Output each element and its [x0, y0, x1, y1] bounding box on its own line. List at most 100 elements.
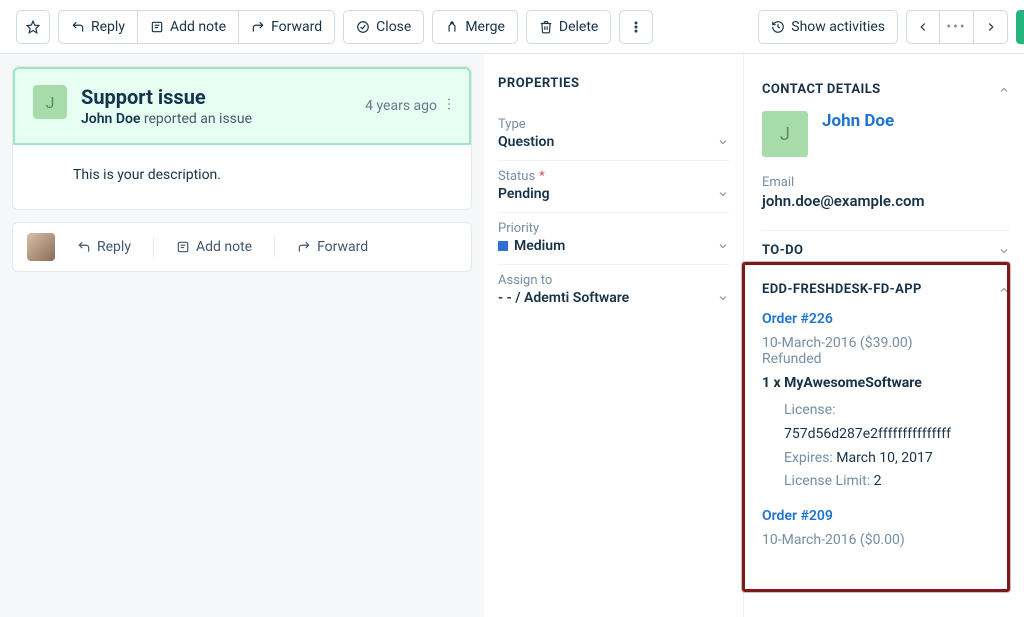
reply-icon: [77, 240, 91, 254]
chevron-up-icon: [998, 84, 1010, 96]
app-heading: EDD-FRESHDESK-FD-APP: [762, 282, 922, 297]
chevron-down-icon: [717, 188, 729, 200]
chevron-down-icon: [717, 136, 729, 148]
ticket-byline: John Doe reported an issue: [81, 111, 351, 127]
star-button[interactable]: [16, 10, 50, 44]
byline-suffix: reported an issue: [140, 111, 252, 127]
limit-label: License Limit:: [784, 473, 874, 489]
chevron-down-icon: [717, 240, 729, 252]
ticket-more-button[interactable]: [447, 97, 451, 115]
prop-status-value: Pending: [498, 186, 550, 202]
order-meta: 10-March-2016 ($0.00): [762, 532, 998, 548]
kebab-icon: [629, 20, 643, 34]
prop-type[interactable]: Type Question: [498, 109, 729, 161]
chevron-left-icon: [916, 20, 930, 34]
toolbar-left: Reply Add note Forward Close Merge Delet…: [16, 10, 653, 44]
replybar-reply-button[interactable]: Reply: [69, 235, 139, 259]
prop-priority-value: Medium: [498, 238, 565, 254]
replybar-forward-button[interactable]: Forward: [289, 235, 376, 259]
chevron-down-icon: [998, 245, 1010, 257]
star-icon: [26, 20, 40, 34]
kebab-icon: [447, 97, 451, 111]
separator: [274, 237, 275, 257]
expires-value: March 10, 2017: [836, 450, 932, 466]
requester-name: John Doe: [81, 111, 140, 127]
license-label: License:: [784, 399, 998, 423]
prop-priority[interactable]: Priority Medium: [498, 213, 729, 265]
more-button[interactable]: [619, 10, 653, 44]
contact-heading: CONTACT DETAILS: [762, 82, 881, 97]
forward-icon: [297, 240, 311, 254]
agent-avatar: [27, 233, 55, 261]
prop-priority-label: Priority: [498, 221, 729, 236]
green-accent-button[interactable]: [1016, 10, 1024, 44]
avatar-initial: J: [46, 93, 55, 112]
contact-avatar-initial: J: [780, 124, 790, 145]
pager-ellipsis[interactable]: •••: [940, 10, 974, 44]
ticket-column: J Support issue John Doe reported an iss…: [0, 54, 484, 617]
pager: •••: [906, 10, 1008, 44]
app-header[interactable]: EDD-FRESHDESK-FD-APP: [762, 276, 1010, 303]
prop-status-label: Status *: [498, 169, 729, 184]
merge-button[interactable]: Merge: [432, 10, 518, 44]
email-label: Email: [762, 175, 1010, 190]
prop-priority-value-text: Medium: [514, 238, 565, 254]
properties-column: PROPERTIES Type Question Status * Pendin…: [484, 54, 744, 617]
merge-label: Merge: [465, 19, 505, 35]
show-activities-label: Show activities: [791, 19, 885, 35]
replybar-forward-label: Forward: [317, 239, 368, 255]
prev-button[interactable]: [906, 10, 940, 44]
prop-status[interactable]: Status * Pending: [498, 161, 729, 213]
license-key: 757d56d287e2fffffffffffffff: [784, 423, 998, 447]
right-column: CONTACT DETAILS J John Doe Email john.do…: [744, 54, 1024, 617]
limit-value: 2: [874, 473, 882, 489]
todo-header[interactable]: TO-DO: [762, 230, 1010, 270]
order-status: Refunded: [762, 351, 998, 367]
forward-label: Forward: [271, 19, 322, 35]
ticket-meta: 4 years ago: [365, 85, 451, 127]
contact-name-link[interactable]: John Doe: [822, 111, 894, 157]
required-star: *: [539, 169, 545, 184]
check-circle-icon: [356, 20, 370, 34]
order-link[interactable]: Order #209: [762, 508, 998, 524]
ticket-card: J Support issue John Doe reported an iss…: [12, 66, 472, 210]
priority-dot-icon: [498, 241, 508, 251]
add-note-button[interactable]: Add note: [138, 10, 239, 44]
add-note-label: Add note: [170, 19, 226, 35]
note-icon: [176, 240, 190, 254]
email-value: john.doe@example.com: [762, 192, 1010, 210]
next-button[interactable]: [974, 10, 1008, 44]
close-label: Close: [376, 19, 411, 35]
close-button[interactable]: Close: [343, 10, 424, 44]
show-activities-button[interactable]: Show activities: [758, 10, 898, 44]
forward-button[interactable]: Forward: [239, 10, 335, 44]
prop-assign-label: Assign to: [498, 273, 729, 288]
todo-heading: TO-DO: [762, 243, 803, 258]
merge-icon: [445, 20, 459, 34]
order-link[interactable]: Order #226: [762, 311, 998, 327]
replybar-addnote-button[interactable]: Add note: [168, 235, 260, 259]
note-icon: [150, 20, 164, 34]
prop-assign[interactable]: Assign to - - / Ademti Software: [498, 265, 729, 316]
toolbar-right: Show activities •••: [758, 10, 1008, 44]
order-meta: 10-March-2016 ($39.00): [762, 335, 998, 351]
contact-details-header[interactable]: CONTACT DETAILS: [762, 76, 1010, 103]
contact-row: J John Doe: [762, 111, 1010, 157]
action-group: Reply Add note Forward: [58, 10, 335, 44]
ticket-title-wrap: Support issue John Doe reported an issue: [81, 85, 351, 127]
properties-heading: PROPERTIES: [498, 76, 729, 91]
reply-button[interactable]: Reply: [58, 10, 138, 44]
expires-label: Expires:: [784, 450, 836, 466]
main-layout: J Support issue John Doe reported an iss…: [0, 54, 1024, 617]
license-box: License: 757d56d287e2fffffffffffffff Exp…: [762, 399, 998, 494]
toolbar: Reply Add note Forward Close Merge Delet…: [0, 0, 1024, 54]
app-body[interactable]: Order #226 10-March-2016 ($39.00) Refund…: [762, 303, 1010, 573]
prop-status-label-text: Status: [498, 169, 535, 184]
history-icon: [771, 20, 785, 34]
chevron-right-icon: [984, 20, 998, 34]
separator: [153, 237, 154, 257]
replybar-reply-label: Reply: [97, 239, 131, 255]
trash-icon: [539, 20, 553, 34]
app-panel: EDD-FRESHDESK-FD-APP Order #226 10-March…: [762, 276, 1010, 573]
delete-button[interactable]: Delete: [526, 10, 611, 44]
